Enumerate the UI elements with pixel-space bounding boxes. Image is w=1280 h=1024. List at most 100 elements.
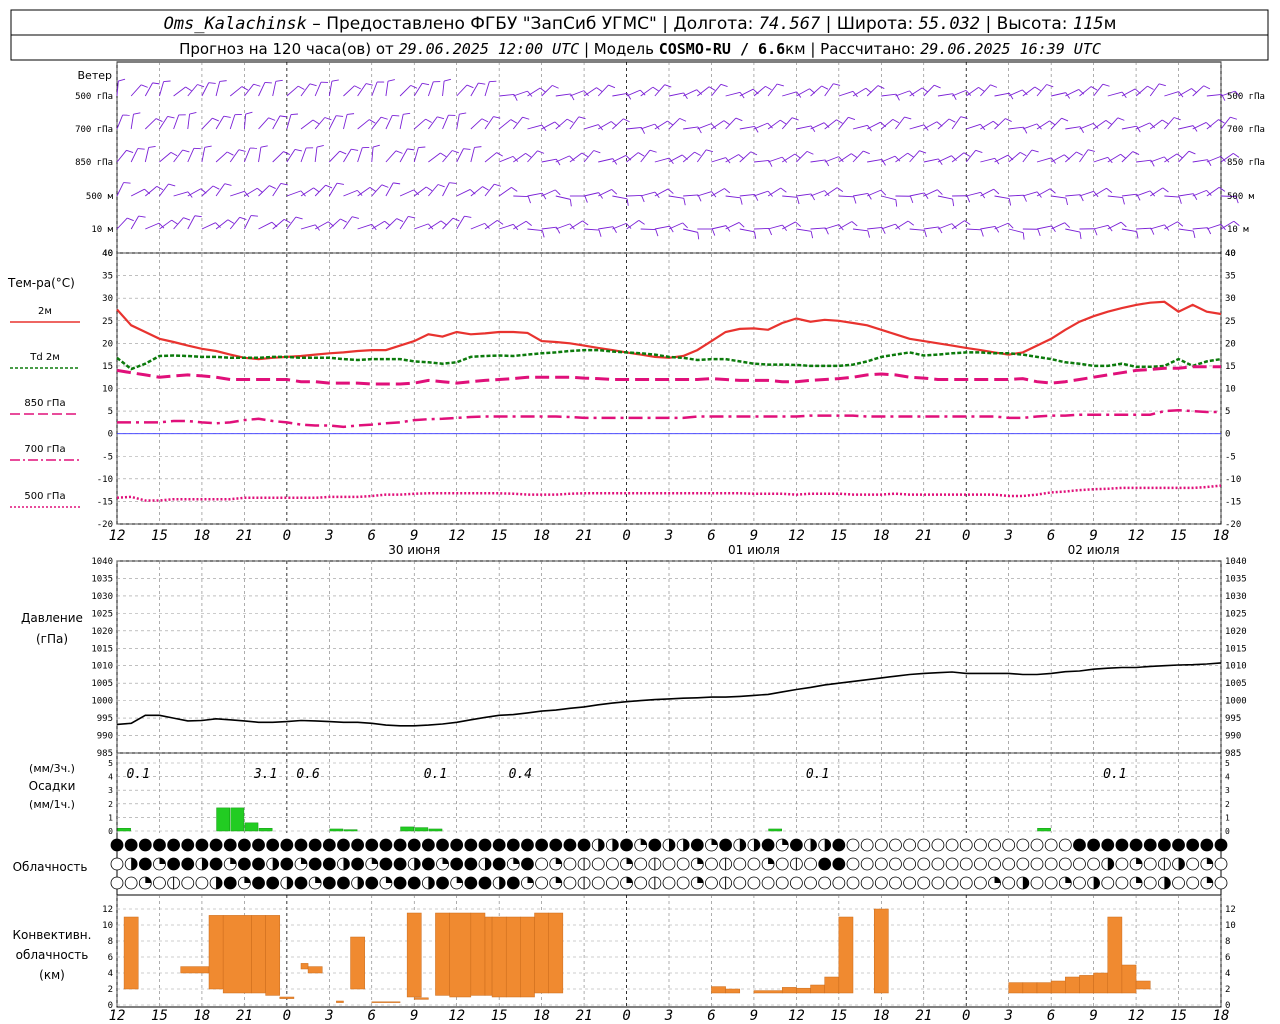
wind-barb-flag — [1064, 222, 1071, 228]
wind-barb-staff — [980, 120, 994, 130]
wind-barb-flag — [127, 217, 134, 222]
wind-barb-staff — [909, 124, 925, 130]
wind-barb-flag — [1094, 228, 1098, 236]
wind-barb-flag — [437, 116, 445, 120]
conv-tick-left: 6 — [108, 953, 113, 963]
wind-barb-flag — [738, 222, 745, 228]
wind-barb-flag — [185, 86, 192, 92]
temp-legend-label: Td 2м — [29, 352, 60, 363]
cloud-symbol — [945, 876, 959, 890]
conv-bar — [1079, 975, 1094, 994]
precip-total-label: 3.1 — [253, 767, 277, 782]
cloud-symbol — [181, 857, 195, 871]
conv-bar — [300, 963, 309, 970]
wind-barb-flag — [440, 220, 447, 226]
wind-barb-flag — [623, 118, 630, 123]
wind-barb-staff — [1079, 190, 1094, 197]
wind-barb-flag — [227, 151, 234, 156]
wind-barb-flag — [313, 187, 320, 193]
wind-barb-flag — [851, 153, 858, 159]
wind-barb-flag — [403, 112, 411, 115]
cloud-symbol — [1157, 838, 1171, 852]
wind-barb-flag — [163, 80, 171, 83]
cloud-symbol — [237, 857, 251, 871]
wind-barb-staff — [243, 147, 251, 163]
cloud-symbol — [747, 876, 761, 890]
wind-barb-staff — [399, 85, 412, 97]
wind-barb-staff — [385, 81, 389, 97]
wind-barb-flag — [384, 220, 391, 226]
wind-barb-staff — [597, 84, 609, 97]
cloud-symbol — [917, 857, 931, 871]
cloud-symbol — [605, 857, 619, 871]
cloud-symbol — [1186, 876, 1200, 890]
cloud-symbol — [1058, 857, 1072, 871]
conv-bar — [1022, 982, 1038, 994]
wind-barb-flag — [336, 182, 345, 185]
conv-tick-right: 12 — [1225, 905, 1236, 915]
cloud-cover-symbols — [110, 838, 1228, 890]
wind-barb-staff — [711, 157, 726, 163]
cloud-symbol — [1073, 857, 1086, 871]
wind-barb-staff — [909, 87, 923, 97]
wind-barb-flag — [396, 218, 404, 222]
cloud-symbol — [337, 838, 350, 852]
cloud-symbol-mark — [1164, 877, 1171, 889]
pres-tick-right: 1040 — [1225, 557, 1247, 567]
wind-barb-staff — [229, 149, 240, 163]
header-line-1: Oms_Kalachinsk – Предоставлено ФГБУ "Зап… — [164, 14, 1117, 34]
cloud-symbol — [889, 876, 902, 890]
wind-barb-staff — [413, 118, 426, 130]
cloud-symbol-mark — [697, 858, 704, 864]
wind-barb-flag — [182, 149, 190, 153]
cloud-symbol — [549, 838, 563, 852]
wind-barb-flag — [525, 153, 532, 158]
wind-barb-flag — [183, 217, 191, 221]
wind-barb-flag — [951, 155, 957, 161]
wind-barb-staff — [1036, 157, 1052, 163]
cloud-symbol — [945, 838, 959, 852]
cloud-symbol — [733, 876, 747, 890]
wind-barb-staff — [583, 150, 595, 163]
wind-barb-flag — [836, 119, 843, 124]
hour-label-bottom: 21 — [915, 1008, 932, 1024]
wind-barb-staff — [569, 116, 580, 130]
wind-barb-staff — [456, 148, 464, 163]
wind-barb-staff — [612, 155, 627, 163]
wind-barb-staff — [1121, 193, 1137, 197]
wind-barb-flag — [148, 145, 156, 148]
wind-barb-flag — [1147, 85, 1154, 90]
temp-tick-right: 15 — [1225, 362, 1236, 372]
cloud-symbol — [973, 857, 987, 871]
temp-tick-left: 15 — [102, 362, 113, 372]
hour-label-mid: 6 — [1047, 528, 1055, 544]
cloud-symbol — [1172, 876, 1185, 890]
cloud-symbol-mark — [739, 839, 746, 851]
conv-bar — [520, 916, 535, 998]
wind-barb-staff — [683, 194, 699, 197]
hour-label-bottom: 9 — [750, 1008, 758, 1024]
cloud-symbol-mark — [230, 858, 237, 864]
wind-barb-staff — [824, 224, 840, 230]
wind-barb-staff — [668, 222, 683, 230]
precip-panel-title: Осадки — [29, 779, 76, 793]
hour-label-bottom: 21 — [576, 1008, 593, 1024]
wind-barb-flag — [372, 144, 380, 148]
wind-barb-staff — [428, 152, 441, 163]
wind-barb-staff — [583, 192, 599, 197]
wind-barb-staff — [994, 92, 1010, 97]
wind-barb-staff — [711, 120, 725, 130]
cloud-symbol — [705, 876, 718, 890]
wind-barb-staff — [286, 190, 302, 197]
pres-tick-right: 985 — [1225, 749, 1241, 759]
wind-barb-staff — [1136, 159, 1152, 163]
cloud-symbol — [634, 876, 648, 890]
cloud-symbol — [804, 876, 817, 890]
cloud-symbol — [1115, 838, 1129, 852]
cloud-symbol-mark — [669, 839, 675, 851]
hour-label-mid: 15 — [830, 528, 847, 544]
cloud-symbol — [1172, 838, 1185, 852]
cloud-symbol — [110, 838, 124, 852]
wind-barb-flag — [197, 84, 205, 88]
wind-barb-staff — [1121, 125, 1137, 130]
